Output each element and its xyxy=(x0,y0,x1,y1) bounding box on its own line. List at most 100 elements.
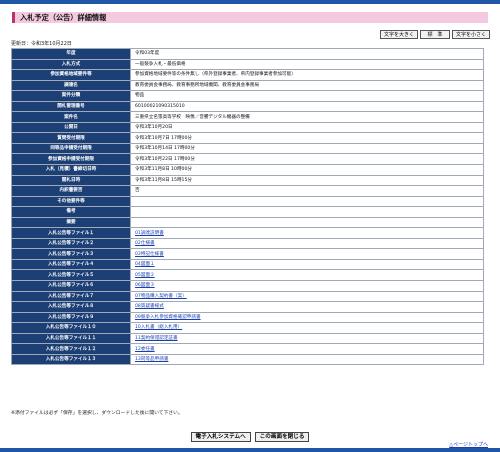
file-download-link[interactable]: 10入札書（総入札用） xyxy=(135,325,182,330)
file-download-link[interactable]: 03特記仕様書 xyxy=(135,252,164,257)
file-label: 入札公告等ファイル１１ xyxy=(11,332,131,345)
file-download-link[interactable]: 07物品購入契約書（案） xyxy=(135,294,187,299)
file-cell: 03特記仕様書 xyxy=(130,248,484,260)
file-download-link[interactable]: 02仕様書 xyxy=(135,241,155,246)
detail-row: 調達名 教育委員会事務局、教育事務所地域機関、教育委員会事務局 xyxy=(11,79,484,92)
font-standard-button[interactable]: 標 準 xyxy=(419,30,450,39)
detail-label: 開札日時 xyxy=(11,174,131,187)
detail-row: 開札管理番号 60100021090315010 xyxy=(11,100,484,113)
file-download-link[interactable]: 04図面１ xyxy=(135,262,155,267)
file-label: 入札公告等ファイル３ xyxy=(11,248,131,260)
file-cell: 04図面１ xyxy=(130,258,484,271)
detail-value: 三重県立名張高等学校 映像／音響デジタル機器の整備 xyxy=(130,111,484,123)
detail-label: 参加資格申請受付期限 xyxy=(11,153,131,165)
file-row: 入札公告等ファイル８ 08質疑書様式 xyxy=(11,301,484,313)
detail-value: 否 xyxy=(130,185,484,197)
file-download-link[interactable]: 13同等品申請書 xyxy=(135,357,168,362)
file-download-link[interactable]: 11契約保證認定証書 xyxy=(135,336,178,341)
detail-value xyxy=(130,216,484,229)
file-row: 入札公告等ファイル１ 01調達説明書 xyxy=(11,227,484,239)
close-window-button[interactable]: この画面を閉じる xyxy=(254,432,310,442)
file-row: 入札公告等ファイル９ 09競争入札参加資格確認申請書 xyxy=(11,311,484,324)
detail-row: 質問受付期限 令和3年10月7日 17時00分 xyxy=(11,132,484,144)
detail-value: 物品 xyxy=(130,90,484,102)
file-row: 入札公告等ファイル１０ 10入札書（総入札用） xyxy=(11,322,484,334)
file-cell: 07物品購入契約書（案） xyxy=(130,290,484,303)
detail-row: 備考 xyxy=(11,206,484,218)
file-label: 入札公告等ファイル１２ xyxy=(11,343,131,355)
file-label: 入札公告等ファイル４ xyxy=(11,258,131,271)
detail-value: 参加資格地域要件等の条件無し（県外登録事業者、県内登録事業者参加可能） xyxy=(130,69,484,81)
detail-row: 同等品申請受付期限 令和3年10月14日 17時00分 xyxy=(11,142,484,155)
detail-value: 令和3年11月8日 10時00分 xyxy=(130,164,484,176)
detail-row: 入札（見積）書締切日時 令和3年11月8日 10時00分 xyxy=(11,164,484,176)
top-bar xyxy=(0,0,500,4)
detail-row: 年度 令和03年度 xyxy=(11,48,484,60)
detail-row: 入札方式 一般競争入札・最低価格 xyxy=(11,58,484,71)
e-bidding-system-button[interactable]: 電子入札システムへ xyxy=(190,432,251,442)
file-download-link[interactable]: 08質疑書様式 xyxy=(135,304,164,309)
detail-row: 内訳書要否否 xyxy=(11,185,484,197)
detail-value: 教育委員会事務局、教育事務所地域機関、教育委員会事務局 xyxy=(130,79,484,92)
page-title: 入札予定（公告）詳細情報 xyxy=(20,13,107,22)
file-row: 入札公告等ファイル１１ 11契約保證認定証書 xyxy=(11,332,484,345)
detail-label: 同等品申請受付期限 xyxy=(11,142,131,155)
detail-label: 公開日 xyxy=(11,121,131,134)
font-size-controls: 文字を大きく 標 準 文字を小さく xyxy=(379,30,490,39)
detail-label: 案件名 xyxy=(11,111,131,123)
file-download-link[interactable]: 05図面２ xyxy=(135,273,155,278)
detail-label: 入札（見積）書締切日時 xyxy=(11,164,131,176)
file-download-link[interactable]: 06図面３ xyxy=(135,283,155,288)
detail-label: その他要件等 xyxy=(11,195,131,208)
detail-row: その他要件等 xyxy=(11,195,484,208)
font-larger-button[interactable]: 文字を大きく xyxy=(379,30,418,39)
detail-value xyxy=(130,206,484,218)
update-date: 更新日：令和3年10月22日 xyxy=(11,41,72,47)
download-note: ※添付ファイルは必ず「保存」を選択し、ダウンロードした後に開いて下さい。 xyxy=(11,411,183,416)
detail-value: 一般競争入札・最低価格 xyxy=(130,58,484,71)
file-label: 入札公告等ファイル１３ xyxy=(11,353,131,366)
file-row: 入札公告等ファイル７ 07物品購入契約書（案） xyxy=(11,290,484,303)
detail-value: 60100021090315010 xyxy=(130,100,484,113)
detail-value: 令和3年10月7日 17時00分 xyxy=(130,132,484,144)
file-cell: 06図面３ xyxy=(130,280,484,292)
detail-label: 摘要 xyxy=(11,216,131,229)
detail-label: 備考 xyxy=(11,206,131,218)
detail-value: 令和3年10月20日 xyxy=(130,121,484,134)
file-row: 入札公告等ファイル５ 05図面２ xyxy=(11,269,484,282)
detail-row: 摘要 xyxy=(11,216,484,229)
file-cell: 12委任書 xyxy=(130,343,484,355)
detail-row: 参加資格申請受付期限 令和3年10月22日 17時00分 xyxy=(11,153,484,165)
file-row: 入札公告等ファイル６ 06図面３ xyxy=(11,280,484,292)
file-download-link[interactable]: 01調達説明書 xyxy=(135,231,164,236)
bottom-bar xyxy=(0,448,500,452)
file-cell: 02仕様書 xyxy=(130,237,484,250)
detail-row: 参加資格地域要件等 参加資格地域要件等の条件無し（県外登録事業者、県内登録事業者参… xyxy=(11,69,484,81)
file-row: 入札公告等ファイル３ 03特記仕様書 xyxy=(11,248,484,260)
file-row: 入札公告等ファイル４ 04図面１ xyxy=(11,258,484,271)
detail-label: 案件分類 xyxy=(11,90,131,102)
detail-label: 調達名 xyxy=(11,79,131,92)
file-row: 入札公告等ファイル２ 02仕様書 xyxy=(11,237,484,250)
detail-value: 令和3年11月8日 15時15分 xyxy=(130,174,484,187)
file-cell: 10入札書（総入札用） xyxy=(130,322,484,334)
detail-value: 令和3年10月22日 17時00分 xyxy=(130,153,484,165)
file-cell: 08質疑書様式 xyxy=(130,301,484,313)
detail-label: 参加資格地域要件等 xyxy=(11,69,131,81)
file-label: 入札公告等ファイル５ xyxy=(11,269,131,282)
detail-row: 案件分類 物品 xyxy=(11,90,484,102)
file-download-link[interactable]: 09競争入札参加資格確認申請書 xyxy=(135,315,201,320)
detail-value xyxy=(130,195,484,208)
page-top-link[interactable]: △ページトップへ xyxy=(449,441,488,448)
detail-row: 開札日時 令和3年11月8日 15時15分 xyxy=(11,174,484,187)
page-title-bar: 入札予定（公告）詳細情報 xyxy=(12,12,488,23)
detail-table: 年度 令和03年度 入札方式 一般競争入札・最低価格 参加資格地域要件等 参加資格地域要件… xyxy=(11,48,484,366)
file-row: 入札公告等ファイル１３ 13同等品申請書 xyxy=(11,353,484,366)
action-buttons: 電子入札システムへ この画面を閉じる xyxy=(0,432,500,442)
detail-label: 開札管理番号 xyxy=(11,100,131,113)
detail-label: 入札方式 xyxy=(11,58,131,71)
file-label: 入札公告等ファイル１０ xyxy=(11,322,131,334)
file-label: 入札公告等ファイル６ xyxy=(11,280,131,292)
file-download-link[interactable]: 12委任書 xyxy=(135,347,155,352)
font-smaller-button[interactable]: 文字を小さく xyxy=(451,30,490,39)
